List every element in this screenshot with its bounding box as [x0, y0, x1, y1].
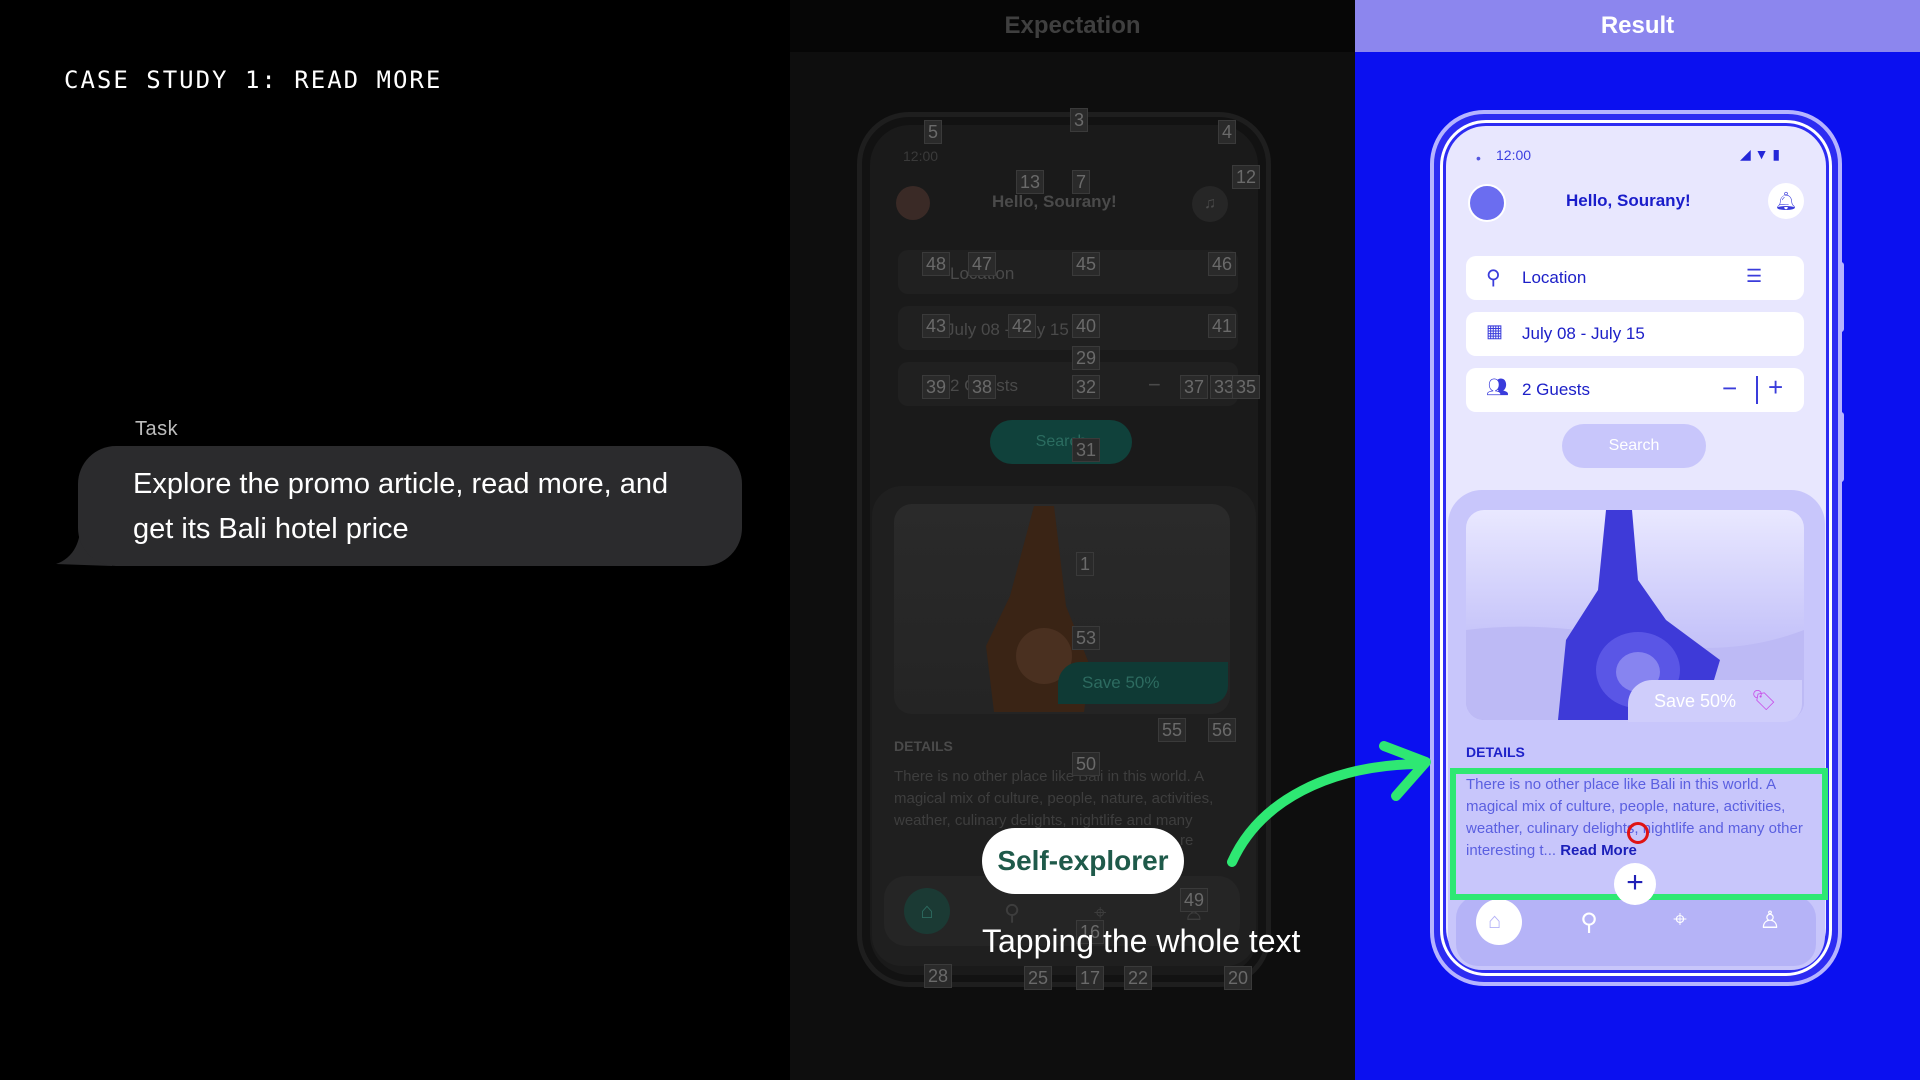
element-tag: 40 — [1072, 314, 1101, 338]
exp-greeting: Hello, Sourany! — [992, 192, 1117, 211]
plus-button[interactable]: + — [1768, 372, 1783, 403]
minus-button[interactable]: − — [1722, 373, 1737, 404]
res-bell-icon[interactable]: 🔔︎ — [1768, 183, 1804, 219]
res-status-icons: ◢ ▼ ▮ — [1740, 146, 1781, 162]
calendar-icon: ▦ — [1486, 321, 1504, 341]
nav-location-icon[interactable]: ⌖ — [1660, 906, 1700, 934]
exp-search-button[interactable]: Search — [990, 420, 1132, 464]
element-tag: 17 — [1076, 966, 1105, 990]
res-greeting: Hello, Sourany! — [1566, 191, 1691, 210]
phone-side-button — [1838, 262, 1844, 332]
element-tag: 12 — [1232, 165, 1261, 189]
element-tag: 53 — [1072, 626, 1101, 650]
res-avatar[interactable] — [1468, 184, 1506, 222]
tag-icon: 🏷︎ — [1751, 690, 1777, 712]
exp-minus-button[interactable]: − — [1148, 372, 1161, 398]
res-status-time: 12:00 — [1496, 147, 1532, 163]
element-tag: 39 — [922, 375, 951, 399]
case-study-title: CASE STUDY 1: READ MORE — [64, 66, 443, 94]
task-label: Task — [135, 418, 179, 440]
exp-details-more[interactable]: re — [1180, 832, 1193, 849]
nav-search-icon[interactable]: ⚲ — [1569, 908, 1609, 937]
element-tag: 13 — [1016, 170, 1045, 194]
element-tag: 31 — [1072, 438, 1101, 462]
exp-details-text[interactable]: There is no other place like Bali in thi… — [894, 766, 1234, 832]
element-tag: 28 — [924, 964, 953, 988]
element-tag: 20 — [1224, 966, 1253, 990]
element-tag: 41 — [1208, 314, 1237, 338]
filter-icon[interactable]: ☰ — [1746, 266, 1762, 287]
nav-profile-icon[interactable]: ♙ — [1750, 906, 1790, 935]
element-tag: 43 — [922, 314, 951, 338]
tap-point-marker — [1627, 822, 1649, 844]
agent-label-badge: Self-explorer — [982, 828, 1184, 894]
res-status-dot: • — [1476, 150, 1481, 166]
save-badge-label: Save 50% — [1654, 691, 1737, 711]
element-tag: 42 — [1008, 314, 1037, 338]
search-icon: ⚲ — [1486, 267, 1501, 289]
exp-details-title: DETAILS — [894, 738, 953, 754]
res-guests-label: 2 Guests — [1522, 380, 1591, 399]
element-tag: 4 — [1218, 120, 1237, 144]
home-icon: ⌂ — [1488, 908, 1502, 933]
exp-bell-icon[interactable]: ♫ — [1192, 186, 1228, 222]
element-tag: 29 — [1072, 346, 1101, 370]
res-search-button[interactable]: Search — [1562, 424, 1706, 468]
element-tag: 45 — [1072, 252, 1101, 276]
result-header: Result — [1355, 0, 1920, 52]
phone-side-button — [1838, 412, 1844, 482]
res-dates-label: July 08 - July 15 — [1522, 324, 1645, 343]
element-tag: 49 — [1180, 888, 1209, 912]
element-tag: 1 — [1076, 552, 1095, 576]
exp-status-time: 12:00 — [903, 148, 939, 164]
add-fab-button[interactable]: + — [1614, 863, 1656, 905]
annotation-arrow — [1227, 741, 1431, 867]
res-guests-field[interactable] — [1466, 368, 1804, 412]
element-tag: 37 — [1180, 375, 1209, 399]
res-details-title: DETAILS — [1466, 744, 1525, 760]
element-tag: 7 — [1072, 170, 1091, 194]
element-tag: 25 — [1024, 966, 1053, 990]
element-tag: 46 — [1208, 252, 1237, 276]
element-tag: 38 — [968, 375, 997, 399]
res-save-badge: Save 50% 🏷︎ — [1628, 680, 1802, 722]
element-tag: 47 — [968, 252, 997, 276]
exp-save-badge: Save 50% — [1058, 662, 1228, 704]
element-tag: 3 — [1070, 108, 1089, 132]
task-description: Explore the promo article, read more, an… — [133, 468, 669, 545]
element-tag: 55 — [1158, 718, 1187, 742]
stepper-divider — [1756, 376, 1758, 404]
action-caption: Tapping the whole text — [982, 923, 1301, 959]
element-tag: 5 — [924, 120, 943, 144]
element-tag: 50 — [1072, 752, 1101, 776]
expectation-header: Expectation — [790, 0, 1355, 52]
element-tag: 22 — [1124, 966, 1153, 990]
guests-icon: 👥︎ — [1486, 377, 1509, 397]
res-location-label: Location — [1522, 268, 1587, 287]
element-tag: 32 — [1072, 375, 1101, 399]
exp-avatar — [896, 186, 930, 220]
element-tag: 56 — [1208, 718, 1237, 742]
element-tag: 48 — [922, 252, 951, 276]
element-tag: 35 — [1232, 375, 1261, 399]
exp-nav-home-icon[interactable]: ⌂ — [904, 888, 950, 934]
